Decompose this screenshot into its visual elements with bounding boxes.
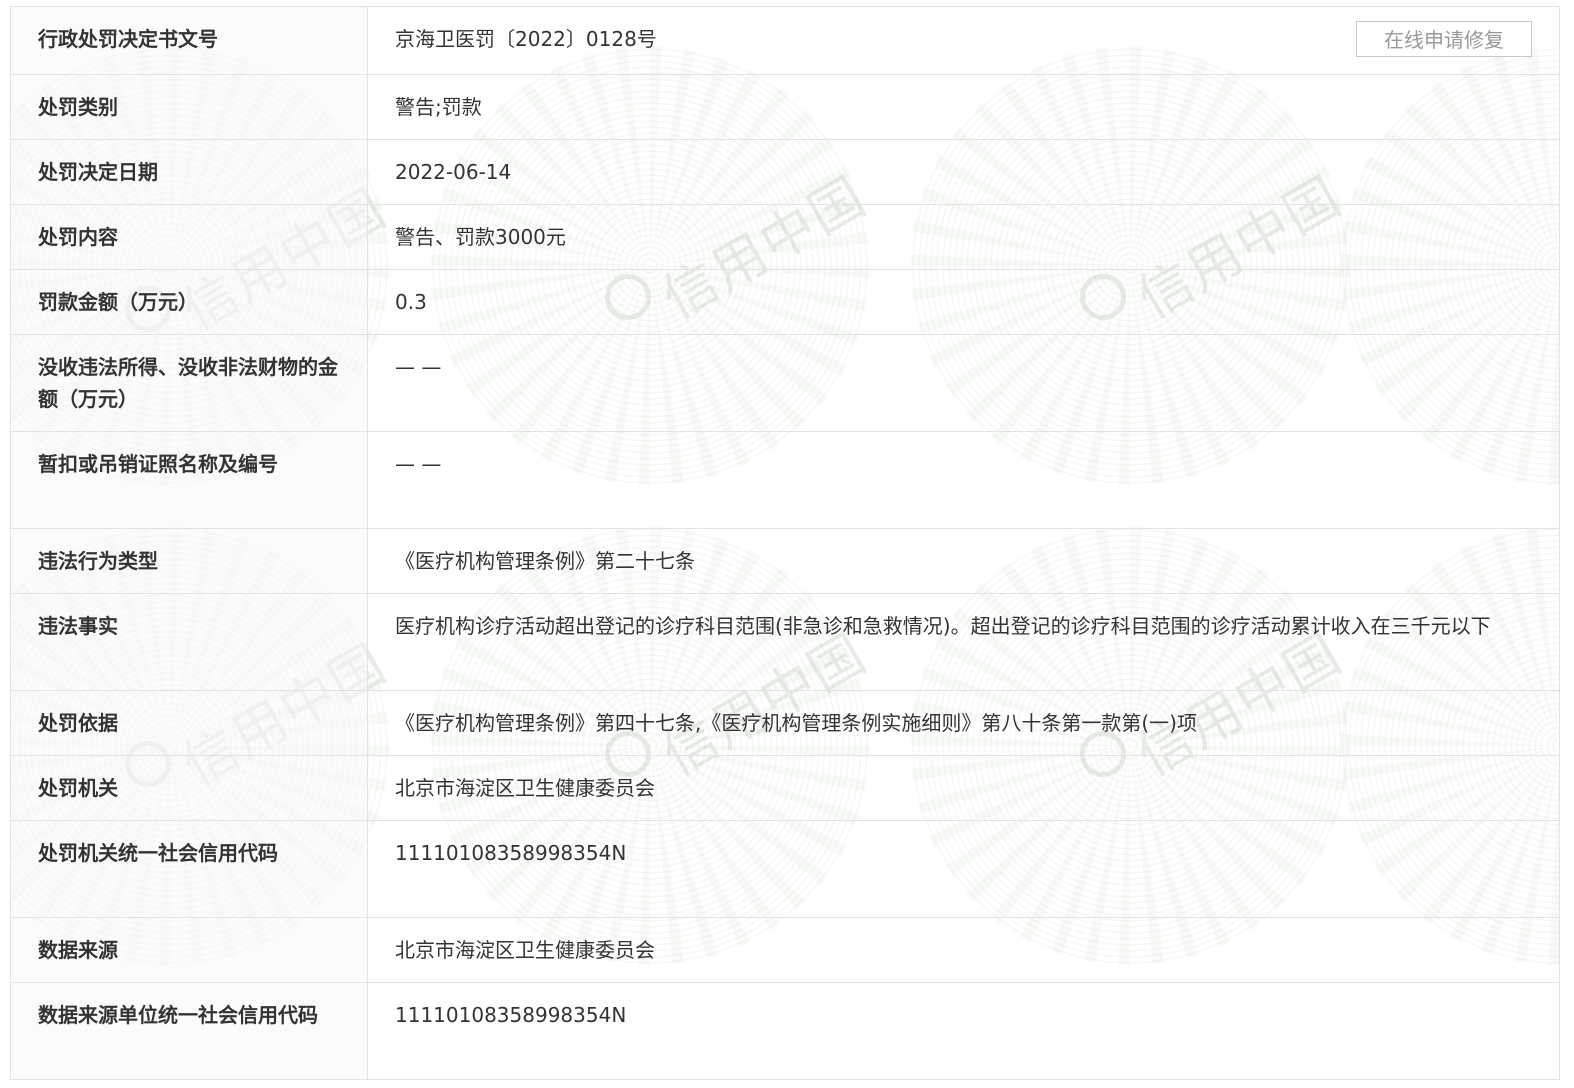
table-row: 处罚机关 北京市海淀区卫生健康委员会 bbox=[10, 755, 1560, 821]
row-value: 0.3 bbox=[367, 269, 1560, 335]
row-value-cell: 京海卫医罚〔2022〕0128号 在线申请修复 bbox=[367, 6, 1560, 75]
row-label: 违法事实 bbox=[10, 593, 368, 691]
row-value: 11110108358998354N bbox=[367, 982, 1560, 1080]
row-value: 医疗机构诊疗活动超出登记的诊疗科目范围(非急诊和急救情况)。超出登记的诊疗科目范… bbox=[367, 593, 1560, 691]
row-label: 处罚决定日期 bbox=[10, 139, 368, 205]
apply-repair-button[interactable]: 在线申请修复 bbox=[1356, 21, 1532, 57]
penalty-detail-table: 行政处罚决定书文号 京海卫医罚〔2022〕0128号 在线申请修复 处罚类别 警… bbox=[10, 6, 1560, 1080]
table-row: 没收违法所得、没收非法财物的金额（万元） — — bbox=[10, 334, 1560, 432]
row-label: 数据来源单位统一社会信用代码 bbox=[10, 982, 368, 1080]
row-label: 暂扣或吊销证照名称及编号 bbox=[10, 431, 368, 529]
row-value: 2022-06-14 bbox=[367, 139, 1560, 205]
row-value: 警告、罚款3000元 bbox=[367, 204, 1560, 270]
table-row: 数据来源单位统一社会信用代码 11110108358998354N bbox=[10, 982, 1560, 1080]
row-value: 京海卫医罚〔2022〕0128号 bbox=[395, 27, 657, 51]
table-row: 违法事实 医疗机构诊疗活动超出登记的诊疗科目范围(非急诊和急救情况)。超出登记的… bbox=[10, 593, 1560, 691]
table-row: 行政处罚决定书文号 京海卫医罚〔2022〕0128号 在线申请修复 bbox=[10, 6, 1560, 75]
table-row: 处罚类别 警告;罚款 bbox=[10, 74, 1560, 140]
row-value: 《医疗机构管理条例》第四十七条,《医疗机构管理条例实施细则》第八十条第一款第(一… bbox=[367, 690, 1560, 756]
row-value: 《医疗机构管理条例》第二十七条 bbox=[367, 528, 1560, 594]
table-row: 罚款金额（万元） 0.3 bbox=[10, 269, 1560, 335]
row-label: 违法行为类型 bbox=[10, 528, 368, 594]
table-row: 处罚决定日期 2022-06-14 bbox=[10, 139, 1560, 205]
row-value: — — bbox=[367, 334, 1560, 432]
table-row: 处罚依据 《医疗机构管理条例》第四十七条,《医疗机构管理条例实施细则》第八十条第… bbox=[10, 690, 1560, 756]
row-label: 罚款金额（万元） bbox=[10, 269, 368, 335]
row-value: 警告;罚款 bbox=[367, 74, 1560, 140]
table-row: 暂扣或吊销证照名称及编号 — — bbox=[10, 431, 1560, 529]
row-value: 北京市海淀区卫生健康委员会 bbox=[367, 755, 1560, 821]
row-label: 数据来源 bbox=[10, 917, 368, 983]
row-label: 处罚机关 bbox=[10, 755, 368, 821]
row-label: 行政处罚决定书文号 bbox=[10, 6, 368, 75]
table-row: 数据来源 北京市海淀区卫生健康委员会 bbox=[10, 917, 1560, 983]
table-row: 违法行为类型 《医疗机构管理条例》第二十七条 bbox=[10, 528, 1560, 594]
row-label: 处罚内容 bbox=[10, 204, 368, 270]
penalty-record-page: 信用中国 信用中国 信用中国 信用中国 信用中国 信用中国 行政处罚决定书文号 … bbox=[0, 0, 1574, 1088]
row-value: 北京市海淀区卫生健康委员会 bbox=[367, 917, 1560, 983]
table-row: 处罚机关统一社会信用代码 11110108358998354N bbox=[10, 820, 1560, 918]
row-value: 11110108358998354N bbox=[367, 820, 1560, 918]
row-value: — — bbox=[367, 431, 1560, 529]
row-label: 处罚机关统一社会信用代码 bbox=[10, 820, 368, 918]
table-row: 处罚内容 警告、罚款3000元 bbox=[10, 204, 1560, 270]
row-label: 没收违法所得、没收非法财物的金额（万元） bbox=[10, 334, 368, 432]
row-label: 处罚依据 bbox=[10, 690, 368, 756]
row-label: 处罚类别 bbox=[10, 74, 368, 140]
